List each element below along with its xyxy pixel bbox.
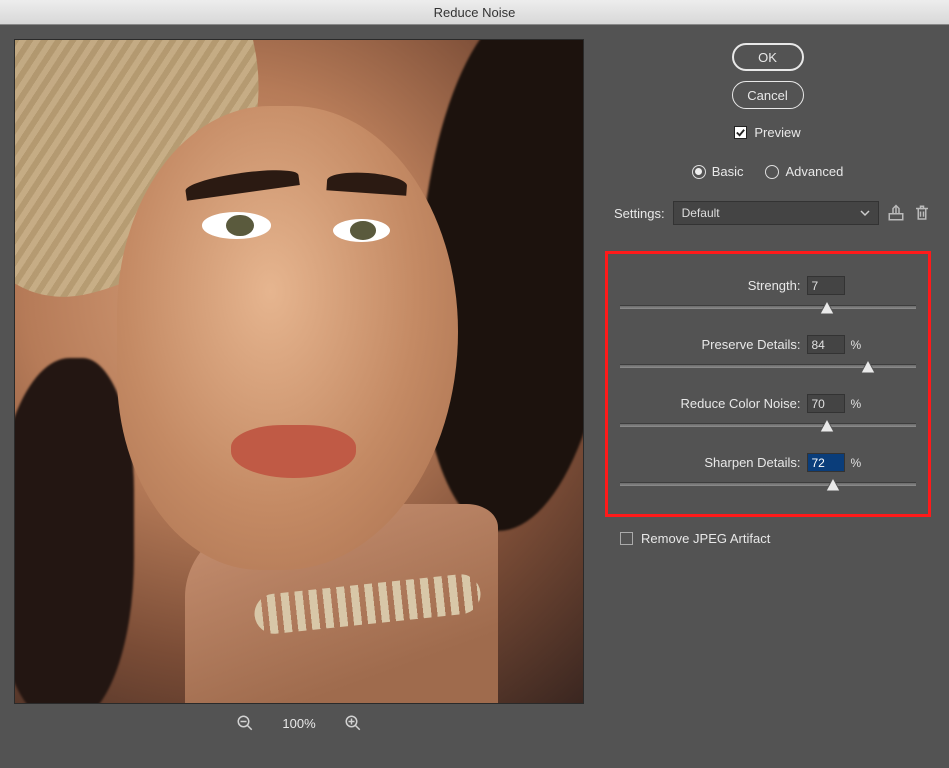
sharpen-details-label: Sharpen Details: (671, 455, 801, 470)
reduce-color-noise-slider[interactable] (620, 423, 916, 427)
preview-checkbox[interactable] (734, 126, 747, 139)
settings-value: Default (682, 206, 720, 220)
preview-pane: 100% (0, 25, 598, 768)
reduce-color-noise-unit: % (851, 397, 865, 411)
controls-pane: OK Cancel Preview Basic Advanced Setting… (598, 25, 949, 768)
remove-jpeg-artifact-row[interactable]: Remove JPEG Artifact (604, 531, 770, 546)
cancel-button[interactable]: Cancel (732, 81, 804, 109)
preserve-details-unit: % (851, 338, 865, 352)
radio-basic[interactable]: Basic (692, 164, 744, 179)
slider-thumb-icon[interactable] (820, 301, 834, 314)
strength-input[interactable] (807, 276, 845, 295)
strength-slider[interactable] (620, 305, 916, 309)
dialog-body: 100% OK Cancel Preview Basic Advanced Se… (0, 25, 949, 768)
radio-basic-label: Basic (712, 164, 744, 179)
ok-button[interactable]: OK (732, 43, 804, 71)
reduce-color-noise-input[interactable] (807, 394, 845, 413)
zoom-out-icon[interactable] (236, 714, 254, 732)
preview-label: Preview (754, 125, 800, 140)
slider-thumb-icon[interactable] (861, 360, 875, 373)
slider-preserve-details: Preserve Details: % (620, 335, 916, 368)
highlighted-sliders-panel: Strength: Preserve Details: % (605, 251, 931, 517)
preserve-details-slider[interactable] (620, 364, 916, 368)
window-title: Reduce Noise (0, 0, 949, 25)
zoom-level: 100% (282, 716, 315, 731)
remove-jpeg-checkbox[interactable] (620, 532, 633, 545)
slider-thumb-icon[interactable] (826, 478, 840, 491)
radio-icon (765, 165, 779, 179)
zoom-in-icon[interactable] (344, 714, 362, 732)
slider-thumb-icon[interactable] (820, 419, 834, 432)
mode-radio-group: Basic Advanced (692, 164, 844, 179)
radio-advanced[interactable]: Advanced (765, 164, 843, 179)
sharpen-details-input[interactable] (807, 453, 845, 472)
sharpen-details-unit: % (851, 456, 865, 470)
preview-image[interactable] (14, 39, 584, 704)
chevron-down-icon (860, 208, 870, 218)
settings-row: Settings: Default (604, 201, 931, 225)
save-preset-icon[interactable] (887, 204, 905, 222)
radio-icon (692, 165, 706, 179)
zoom-controls: 100% (14, 714, 584, 732)
check-icon (735, 127, 746, 138)
slider-strength: Strength: (620, 276, 916, 309)
sharpen-details-slider[interactable] (620, 482, 916, 486)
preserve-details-label: Preserve Details: (671, 337, 801, 352)
settings-dropdown[interactable]: Default (673, 201, 879, 225)
radio-advanced-label: Advanced (785, 164, 843, 179)
settings-label: Settings: (614, 206, 665, 221)
reduce-color-noise-label: Reduce Color Noise: (671, 396, 801, 411)
remove-jpeg-label: Remove JPEG Artifact (641, 531, 770, 546)
slider-reduce-color-noise: Reduce Color Noise: % (620, 394, 916, 427)
preview-checkbox-row[interactable]: Preview (734, 125, 800, 140)
slider-sharpen-details: Sharpen Details: % (620, 453, 916, 486)
preserve-details-input[interactable] (807, 335, 845, 354)
trash-icon[interactable] (913, 204, 931, 222)
strength-label: Strength: (671, 278, 801, 293)
